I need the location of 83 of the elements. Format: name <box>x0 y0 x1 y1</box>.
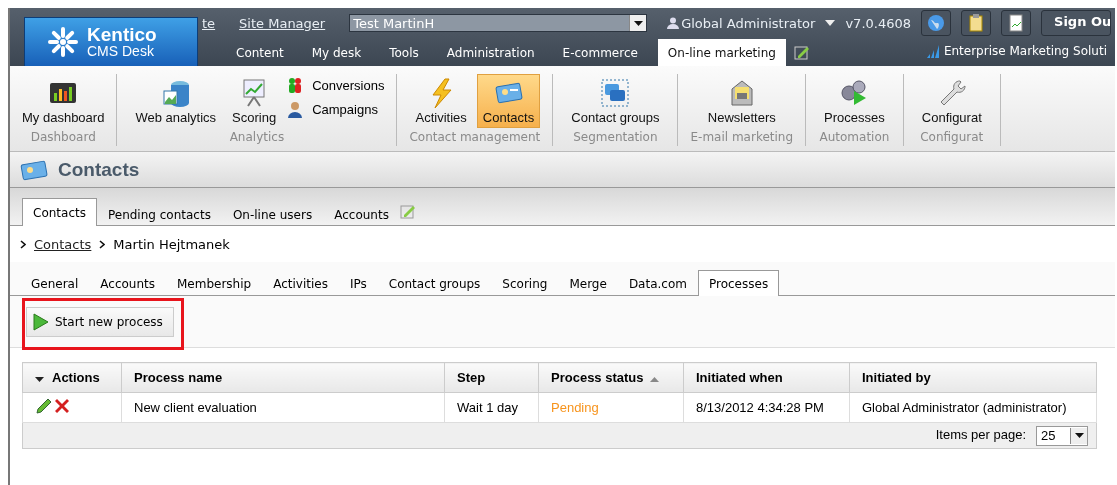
ribbon-button[interactable]: Configurat <box>915 74 988 128</box>
contact-card-icon <box>20 158 48 181</box>
caret-icon[interactable] <box>825 20 836 26</box>
column-header[interactable]: Initiated by <box>849 362 1097 393</box>
group-label: E-mail marketing <box>690 130 794 146</box>
group-label: Dashboard <box>30 130 96 146</box>
table-cell: Wait 1 day <box>444 392 539 423</box>
object-tab[interactable]: Pending contacts <box>96 202 222 226</box>
site-name: Test MartinH <box>353 15 435 31</box>
main-tab[interactable]: Content <box>222 39 298 66</box>
clipboard-icon[interactable] <box>961 10 991 36</box>
ribbon-button[interactable]: Newsletters <box>701 74 782 128</box>
detail-tab[interactable]: Activities <box>262 270 339 296</box>
edit-icon[interactable] <box>793 44 810 60</box>
ribbon-button[interactable]: Campaigns <box>286 100 385 118</box>
table-cell: 8/13/2012 4:34:28 PM <box>683 392 850 423</box>
detail-tab[interactable]: Accounts <box>89 270 166 296</box>
detail-tab[interactable]: Scoring <box>491 270 559 296</box>
report-icon[interactable] <box>1001 10 1031 36</box>
edition-text: Enterprise Marketing Soluti <box>943 43 1107 58</box>
person-icon <box>286 100 305 118</box>
main-tab[interactable]: Administration <box>432 39 549 66</box>
group-label: Analytics <box>229 130 285 146</box>
group-label: Segmentation <box>573 130 658 146</box>
detail-tab[interactable]: Processes <box>698 270 780 296</box>
logo[interactable]: Kentico CMS Desk <box>24 17 198 66</box>
detail-tab[interactable]: Membership <box>166 270 263 296</box>
table-cell: Global Administrator (administrator) <box>849 392 1097 423</box>
column-header[interactable]: Process status <box>538 362 684 393</box>
detail-tab[interactable]: IPs <box>338 270 378 296</box>
ribbon-button[interactable]: Web analytics <box>129 74 223 128</box>
pager-label: Items per page: <box>935 426 1026 442</box>
object-tab[interactable]: On-line users <box>221 202 324 226</box>
caret-icon[interactable] <box>35 377 44 382</box>
page-size-select[interactable]: 25 <box>1036 425 1088 446</box>
ribbon-button[interactable]: Contact groups <box>565 74 666 128</box>
breadcrumb-current: Martin Hejtmanek <box>113 236 230 252</box>
chevron-icon <box>99 239 106 249</box>
globe-icon[interactable] <box>921 10 951 36</box>
ribbon-button[interactable]: Scoring <box>226 74 283 128</box>
column-header[interactable]: Step <box>444 362 539 393</box>
chevron-icon <box>20 239 26 249</box>
sign-out-button[interactable]: Sign Ou <box>1041 10 1111 36</box>
group-label: Contact management <box>409 130 541 146</box>
dropdown-button[interactable] <box>1070 427 1087 444</box>
main-tab[interactable]: My desk <box>297 39 376 66</box>
group-label: Configurat <box>920 130 984 146</box>
ribbon-button[interactable]: Processes <box>818 74 891 128</box>
pencil-icon[interactable] <box>35 397 53 415</box>
breadcrumb-link[interactable]: Contacts <box>34 236 92 252</box>
ribbon-button[interactable]: Activities <box>409 74 473 128</box>
main-tab[interactable]: On-line marketing <box>657 39 786 66</box>
table-cell: New client evaluation <box>121 392 445 423</box>
main-tab[interactable]: Tools <box>375 39 433 66</box>
ribbon-button[interactable]: Contacts <box>476 74 541 128</box>
column-header[interactable]: Initiated when <box>683 362 850 393</box>
detail-tab[interactable]: Contact groups <box>377 270 492 296</box>
play-icon <box>33 313 49 331</box>
object-tab[interactable]: Contacts <box>22 198 97 226</box>
ribbon-button[interactable]: Conversions <box>286 76 385 94</box>
status-cell: Pending <box>538 392 684 423</box>
start-process-button[interactable]: Start new process <box>26 307 174 337</box>
overlapping-squares-icon <box>599 77 632 109</box>
version-text: v7.0.4608 <box>845 15 911 31</box>
page-title: Contacts <box>58 158 140 181</box>
detail-tab[interactable]: Merge <box>558 270 618 296</box>
header-link[interactable]: te <box>202 15 216 31</box>
main-tab[interactable]: E-commerce <box>548 39 652 66</box>
user-icon <box>667 17 680 29</box>
ribbon-button[interactable]: My dashboard <box>16 74 111 128</box>
dropdown-button[interactable] <box>629 15 647 31</box>
caret-icon <box>1074 433 1084 438</box>
page-size-value: 25 <box>1041 428 1056 443</box>
delete-icon[interactable] <box>53 397 71 415</box>
object-tab[interactable]: Accounts <box>323 202 400 226</box>
detail-tab[interactable]: Data.com <box>617 270 698 296</box>
user-name[interactable]: Global Administrator <box>681 15 816 31</box>
column-header[interactable]: Actions <box>22 362 122 393</box>
header-link[interactable]: Site Manager <box>239 15 326 31</box>
detail-tab[interactable]: General <box>20 270 90 296</box>
column-header[interactable]: Process name <box>121 362 445 393</box>
group-label: Automation <box>819 130 890 146</box>
caret-icon <box>633 20 643 26</box>
